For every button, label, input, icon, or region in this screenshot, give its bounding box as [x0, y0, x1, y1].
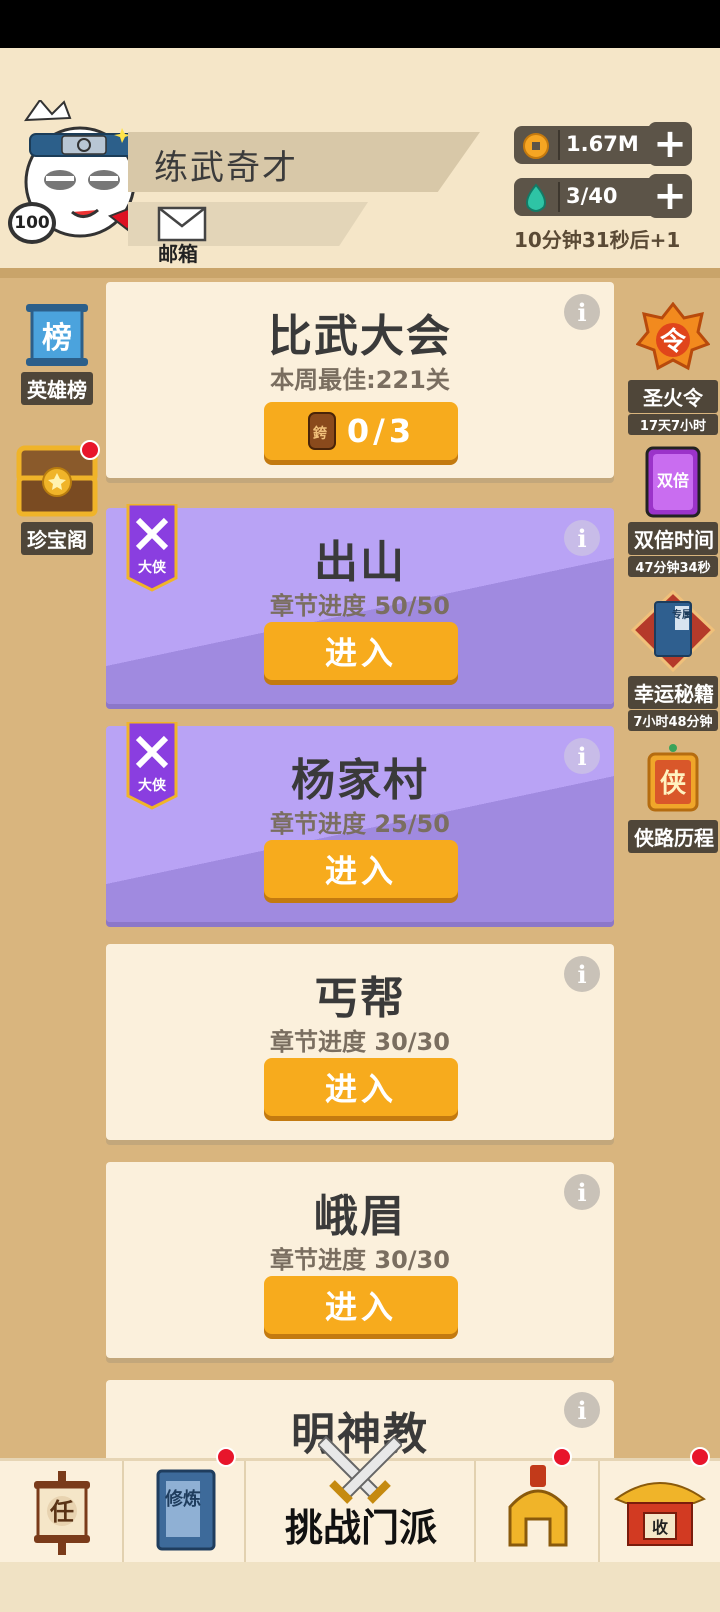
notification-dot	[80, 440, 100, 460]
svg-text:令: 令	[660, 326, 687, 357]
enter-button[interactable]: 进入	[264, 1276, 458, 1334]
coin-value: 1.67M	[566, 132, 639, 156]
mail-icon[interactable]	[157, 206, 207, 242]
manual-book-icon: 专属	[630, 589, 716, 673]
journey-scroll-icon: 侠	[647, 744, 699, 812]
sect-progress: 章节进度 50/50	[270, 592, 450, 620]
nav-collection[interactable]: 收	[600, 1447, 720, 1565]
sect-title: 杨家村	[291, 755, 429, 806]
pavilion-icon: 收	[614, 1482, 706, 1546]
training-book-icon: 修炼	[156, 1469, 216, 1551]
svg-text:銙: 銙	[313, 425, 331, 442]
svg-text:侠: 侠	[660, 768, 687, 799]
ticket-count: 0/3	[346, 412, 416, 450]
challenge-label: 挑战门派	[284, 1506, 437, 1550]
tournament-tickets-button[interactable]: 銙 0/3	[264, 402, 458, 460]
svg-text:任: 任	[49, 1498, 74, 1526]
notification-dot	[552, 1447, 572, 1467]
sect-title: 丐帮	[314, 973, 406, 1024]
coin-icon	[523, 133, 549, 159]
tournament-best: 本周最佳:221关	[270, 366, 450, 394]
sidebar-item-lucky-manual[interactable]: 专属 幸运秘籍 7小时48分钟	[628, 589, 718, 731]
energy-timer: 10分钟31秒后+1	[514, 228, 681, 252]
energy-value: 3/40	[566, 184, 618, 208]
sect-progress: 章节进度 30/30	[270, 1246, 450, 1274]
sect-title: 出山	[314, 537, 406, 588]
nav-training[interactable]: 修炼	[124, 1447, 246, 1565]
nav-tasks[interactable]: 任	[0, 1461, 124, 1565]
sect-progress: 章节进度 30/30	[270, 1028, 450, 1056]
double-card-icon: 双倍	[645, 446, 701, 518]
add-energy-button[interactable]: +	[648, 174, 692, 218]
player-name: 练武奇才	[154, 148, 298, 188]
sect-card[interactable]: 大侠 i 出山 章节进度 50/50 进入	[106, 504, 614, 704]
sect-card[interactable]: i 丐帮 章节进度 30/30 进入	[106, 944, 614, 1140]
leaderboard-icon: 榜	[26, 304, 88, 366]
sidebar-item-label: 幸运秘籍	[628, 676, 718, 709]
sect-card[interactable]: 大侠 i 杨家村 章节进度 25/50 进入	[106, 722, 614, 922]
sidebar-item-double-time[interactable]: 双倍 双倍时间 47分钟34秒	[628, 446, 718, 577]
tournament-card[interactable]: i 比武大会 本周最佳:221关 銙 0/3	[106, 282, 614, 478]
tournament-title: 比武大会	[268, 311, 452, 362]
sect-card[interactable]: i 峨眉 章节进度 30/30 进入	[106, 1162, 614, 1358]
sect-progress: 章节进度 25/50	[270, 810, 450, 838]
svg-text:收: 收	[652, 1518, 668, 1537]
enter-button[interactable]: 进入	[264, 1058, 458, 1116]
sidebar-item-label: 双倍时间	[628, 522, 718, 555]
mail-label[interactable]: 邮箱	[158, 238, 198, 267]
energy-counter: 3/40 +	[514, 174, 692, 218]
nav-equipment[interactable]	[476, 1447, 600, 1565]
coin-counter: 1.67M +	[514, 122, 692, 166]
enter-button[interactable]: 进入	[264, 840, 458, 898]
sidebar-item-label: 圣火令	[628, 380, 718, 413]
sidebar-item-timer: 7小时48分钟	[628, 710, 718, 731]
energy-drop-icon	[526, 183, 546, 212]
plus-icon: +	[653, 173, 687, 219]
bottom-nav: 任 修炼 挑战门派 收	[0, 1435, 720, 1565]
svg-text:修炼: 修炼	[164, 1488, 201, 1510]
sidebar-item-timer: 47分钟34秒	[628, 556, 718, 577]
svg-text:双倍: 双倍	[657, 471, 689, 490]
add-coins-button[interactable]: +	[648, 122, 692, 166]
sidebar-item-label: 侠路历程	[628, 820, 718, 853]
sect-title: 峨眉	[314, 1191, 406, 1242]
flame-token-icon: 令	[635, 301, 711, 371]
sidebar-item-label: 珍宝阁	[21, 522, 93, 555]
svg-text:专属: 专属	[672, 608, 692, 621]
ticket-icon: 銙	[307, 412, 336, 450]
sidebar-item-sacred-flame[interactable]: 令 圣火令 17天7小时	[628, 301, 718, 435]
sidebar-item-hero-journey[interactable]: 侠 侠路历程	[628, 742, 718, 853]
sidebar-item-leaderboard[interactable]: 榜 英雄榜	[14, 302, 100, 405]
enter-button[interactable]: 进入	[264, 622, 458, 680]
sidebar-item-timer: 17天7小时	[628, 414, 718, 435]
level-badge: 100	[8, 202, 56, 244]
plus-icon: +	[653, 121, 687, 167]
notification-dot	[690, 1447, 710, 1467]
notification-dot	[216, 1447, 236, 1467]
task-scroll-icon: 任	[34, 1471, 90, 1555]
nav-challenge-sects[interactable]: 挑战门派	[246, 1435, 476, 1565]
helmet-icon	[508, 1465, 568, 1547]
svg-text:榜: 榜	[42, 321, 72, 356]
crossed-swords-icon	[318, 1435, 402, 1504]
status-bar	[0, 0, 720, 48]
sidebar-item-label: 英雄榜	[21, 372, 93, 405]
